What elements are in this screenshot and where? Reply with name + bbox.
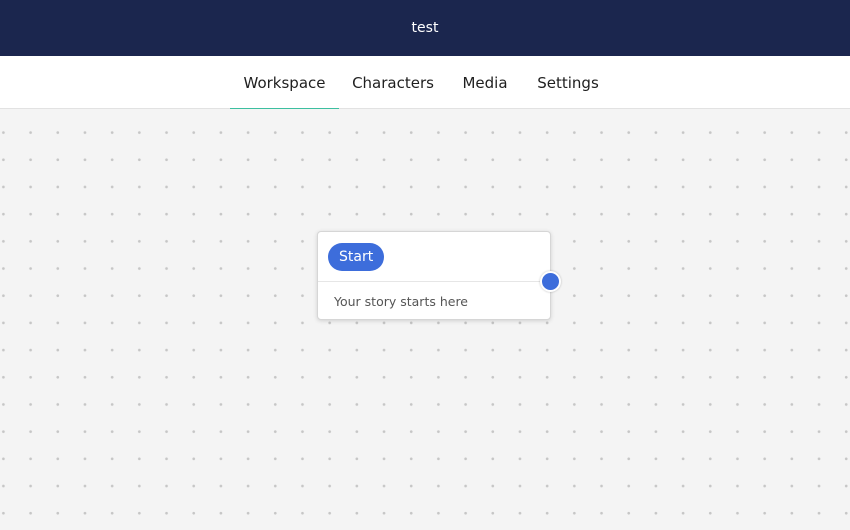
start-badge: Start — [328, 242, 385, 271]
start-node-header: Start — [318, 232, 550, 282]
output-port[interactable] — [540, 271, 561, 292]
tab-characters-label: Characters — [352, 73, 434, 92]
start-node-text: Your story starts here — [334, 293, 468, 309]
tab-characters[interactable]: Characters — [339, 56, 447, 109]
start-node-body: Your story starts here — [318, 282, 550, 320]
tab-workspace[interactable]: Workspace — [230, 56, 339, 110]
tab-bar: Workspace Characters Media Settings — [0, 56, 850, 110]
tab-workspace-label: Workspace — [243, 73, 326, 92]
top-bar: test — [0, 0, 850, 56]
tab-media-label: Media — [462, 73, 508, 92]
tab-settings-label: Settings — [537, 73, 599, 92]
start-node[interactable]: Start Your story starts here — [317, 231, 551, 320]
tab-media[interactable]: Media — [447, 56, 523, 109]
tab-settings[interactable]: Settings — [523, 56, 613, 109]
project-title: test — [411, 20, 439, 36]
